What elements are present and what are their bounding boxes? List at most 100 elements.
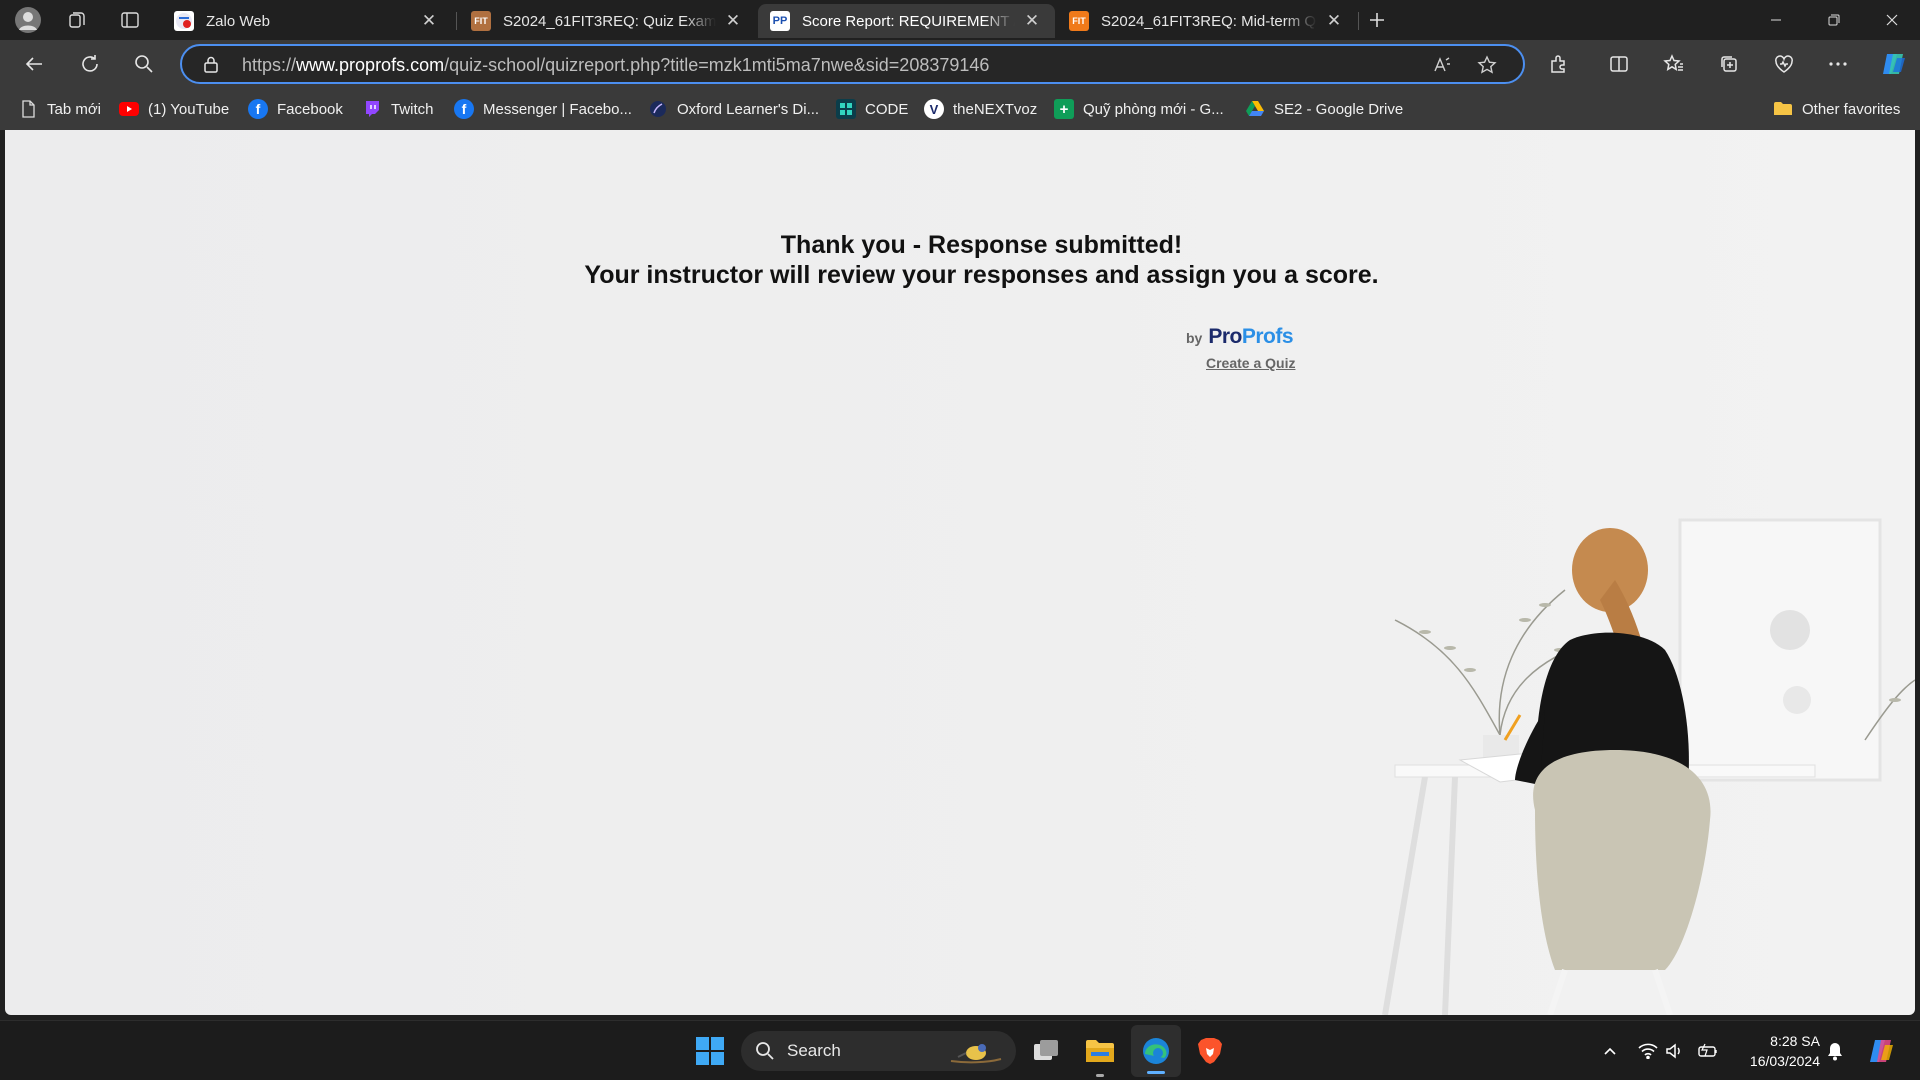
browser-toolbar: https://www.proprofs.com/quiz-school/qui… xyxy=(0,40,1920,88)
twitch-icon xyxy=(362,99,382,119)
extensions-icon[interactable] xyxy=(1543,48,1575,80)
url-path: /quiz-school/quizreport.php?title=mzk1mt… xyxy=(444,55,990,75)
lock-icon[interactable] xyxy=(202,55,220,78)
confirmation-message: Thank you - Response submitted! Your ins… xyxy=(5,230,1915,290)
file-explorer-icon[interactable] xyxy=(1082,1021,1118,1080)
bookmark-quy-phong-moi[interactable]: + Quỹ phòng mới - G... xyxy=(1054,96,1224,122)
url-prefix: https:// xyxy=(242,55,297,75)
bookmark-label: Tab mới xyxy=(47,100,102,118)
split-screen-icon[interactable] xyxy=(1603,48,1635,80)
logo-profs: Profs xyxy=(1241,325,1294,348)
fit-icon: FIT xyxy=(471,11,491,31)
start-button[interactable] xyxy=(692,1021,728,1080)
bookmark-messenger[interactable]: f Messenger | Facebo... xyxy=(454,96,632,122)
tab-quiz-exam-link[interactable]: FIT S2024_61FIT3REQ: Quiz Exam Link ✕ xyxy=(459,4,756,38)
copilot-taskbar-icon[interactable] xyxy=(1862,1021,1900,1080)
bookmark-facebook[interactable]: f Facebook xyxy=(248,96,343,122)
bookmark-label: CODE xyxy=(865,100,909,118)
bookmark-other-favorites[interactable]: Other favorites xyxy=(1773,96,1900,122)
voz-icon: V xyxy=(924,99,944,119)
tab-mid-term-quiz[interactable]: FIT S2024_61FIT3REQ: Mid-term QUIZ ✕ xyxy=(1057,4,1357,38)
url-domain: www.proprofs.com xyxy=(296,55,445,75)
bookmark-youtube[interactable]: (1) YouTube xyxy=(119,96,229,122)
search-label: Search xyxy=(787,1041,841,1060)
close-tab-icon[interactable]: ✕ xyxy=(418,11,440,31)
minimize-button[interactable] xyxy=(1748,0,1804,40)
bookmark-thenextvoz[interactable]: V theNEXTvoz xyxy=(924,96,1037,122)
tab-score-report[interactable]: PP Score Report: REQUIREMENT // Score ✕ xyxy=(758,4,1055,38)
bookmark-se2-drive[interactable]: SE2 - Google Drive xyxy=(1245,96,1403,122)
drive-icon xyxy=(1245,99,1265,119)
volume-icon[interactable] xyxy=(1662,1021,1688,1080)
facebook-icon: f xyxy=(248,99,268,119)
proprofs-logo: ProProfs xyxy=(1208,325,1293,349)
copilot-icon[interactable] xyxy=(1877,48,1909,80)
new-tab-button[interactable] xyxy=(1365,8,1389,32)
bookmark-label: Messenger | Facebo... xyxy=(483,100,632,118)
bookmark-twitch[interactable]: Twitch xyxy=(362,96,434,122)
bookmark-tab-moi[interactable]: Tab mới xyxy=(18,96,101,122)
tab-title: Score Report: REQUIREMENT // Score xyxy=(802,12,1015,30)
tab-zalo[interactable]: Zalo Web ✕ xyxy=(162,4,452,38)
bookmark-label: Oxford Learner's Di... xyxy=(677,100,820,118)
tab-title: S2024_61FIT3REQ: Quiz Exam Link xyxy=(503,12,716,30)
profile-avatar[interactable] xyxy=(14,6,42,34)
bird-highlight-icon xyxy=(950,1044,1002,1064)
folder-icon xyxy=(1773,99,1793,119)
logo-pro: Pro xyxy=(1208,325,1242,348)
battery-icon[interactable] xyxy=(1694,1021,1722,1080)
confirmation-title: Thank you - Response submitted! xyxy=(780,231,1183,259)
bookmark-label: Twitch xyxy=(391,100,434,118)
bookmark-label: Quỹ phòng mới - G... xyxy=(1083,100,1224,118)
bookmark-label: Facebook xyxy=(277,100,343,118)
collections-icon[interactable] xyxy=(1713,48,1745,80)
wifi-icon[interactable] xyxy=(1635,1021,1661,1080)
more-options-icon[interactable] xyxy=(1822,48,1854,80)
search-icon[interactable] xyxy=(128,48,160,80)
taskbar-search-box[interactable]: Search xyxy=(741,1031,1016,1071)
proprofs-branding[interactable]: by ProProfs xyxy=(1186,325,1294,349)
title-bar: Zalo Web ✕ FIT S2024_61FIT3REQ: Quiz Exa… xyxy=(0,0,1920,40)
favorites-icon[interactable] xyxy=(1658,48,1690,80)
read-aloud-icon[interactable] xyxy=(1432,55,1452,80)
by-label: by xyxy=(1186,330,1203,346)
system-clock[interactable]: 8:28 SA 16/03/2024 xyxy=(1730,1031,1820,1071)
favorite-star-icon[interactable] xyxy=(1477,55,1497,80)
close-tab-icon[interactable]: ✕ xyxy=(1021,11,1043,31)
url-text[interactable]: https://www.proprofs.com/quiz-school/qui… xyxy=(242,55,989,76)
bookmark-label: (1) YouTube xyxy=(148,100,230,118)
bookmark-label: SE2 - Google Drive xyxy=(1274,100,1404,118)
edge-taskbar-icon[interactable] xyxy=(1131,1025,1181,1077)
refresh-button[interactable] xyxy=(74,48,106,80)
back-button[interactable] xyxy=(18,48,50,80)
show-hidden-icons-chevron[interactable] xyxy=(1596,1021,1624,1080)
address-bar[interactable]: https://www.proprofs.com/quiz-school/qui… xyxy=(180,44,1525,84)
zalo-icon xyxy=(174,11,194,31)
vertical-tabs-icon[interactable] xyxy=(118,8,142,32)
close-window-button[interactable] xyxy=(1864,0,1920,40)
search-icon xyxy=(756,1042,774,1060)
youtube-icon xyxy=(119,99,139,119)
clock-time: 8:28 SA xyxy=(1770,1033,1820,1049)
notifications-bell-icon[interactable] xyxy=(1822,1021,1848,1080)
close-tab-icon[interactable]: ✕ xyxy=(1323,11,1345,31)
create-a-quiz-link[interactable]: Create a Quiz xyxy=(1206,355,1295,371)
oxford-icon xyxy=(648,99,668,119)
tab-divider xyxy=(456,12,457,30)
brave-browser-icon[interactable] xyxy=(1192,1021,1228,1080)
bookmark-code[interactable]: CODE xyxy=(836,96,908,122)
windows-logo-icon xyxy=(696,1037,724,1065)
facebook-icon: f xyxy=(454,99,474,119)
bookmark-oxford[interactable]: Oxford Learner's Di... xyxy=(648,96,819,122)
task-view-icon[interactable] xyxy=(1028,1021,1064,1080)
browser-essentials-icon[interactable] xyxy=(1768,48,1800,80)
tab-divider xyxy=(1358,12,1359,30)
page-content: Thank you - Response submitted! Your ins… xyxy=(5,130,1915,1015)
workspaces-icon[interactable] xyxy=(65,8,89,32)
code-icon xyxy=(836,99,856,119)
tab-title: S2024_61FIT3REQ: Mid-term QUIZ xyxy=(1101,12,1317,30)
sheets-icon: + xyxy=(1054,99,1074,119)
restore-button[interactable] xyxy=(1806,0,1862,40)
windows-taskbar: Search 8:28 SA 16/03/2024 xyxy=(0,1020,1920,1080)
close-tab-icon[interactable]: ✕ xyxy=(722,11,744,31)
